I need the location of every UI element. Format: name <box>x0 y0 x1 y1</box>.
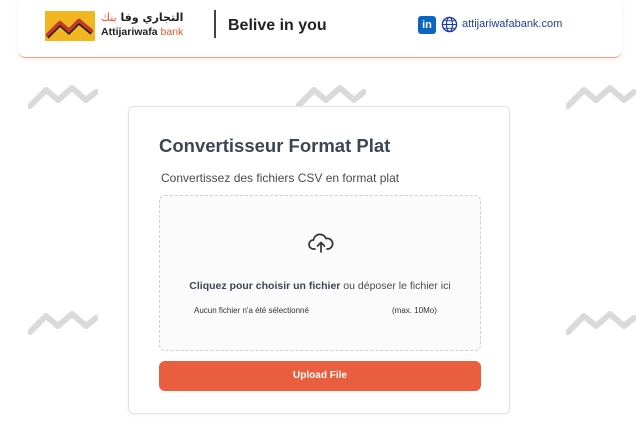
upload-file-button[interactable]: Upload File <box>159 361 481 391</box>
logo-latin-text: Attijariwafa bank <box>101 26 184 38</box>
background-logo-mark <box>566 311 636 335</box>
converter-card: Convertisseur Format Plat Convertissez d… <box>128 106 510 414</box>
background-logo-mark <box>28 85 98 109</box>
bank-logo[interactable]: التجاري وفا بنك Attijariwafa bank <box>45 9 239 41</box>
page-subtitle: Convertissez des fichiers CSV en format … <box>161 171 400 185</box>
file-dropzone[interactable]: Cliquez pour choisir un fichier ou dépos… <box>159 195 481 351</box>
logo-mark-icon <box>45 11 95 41</box>
tagline: Belive in you <box>228 17 327 34</box>
dropzone-instructions: Cliquez pour choisir un fichier ou dépos… <box>189 280 451 292</box>
linkedin-icon[interactable]: in <box>418 16 436 34</box>
selected-file-status: Aucun fichier n'a été sélectionné <box>194 306 309 315</box>
top-header: التجاري وفا بنك Attijariwafa bank Belive… <box>18 0 622 58</box>
website-link[interactable]: attijariwafabank.com <box>462 18 562 30</box>
header-divider <box>214 10 216 38</box>
logo-arabic-text: التجاري وفا بنك <box>101 11 184 24</box>
globe-icon <box>441 16 458 33</box>
cloud-upload-icon <box>308 233 334 253</box>
page-title: Convertisseur Format Plat <box>159 135 391 156</box>
choose-file-link[interactable]: Cliquez pour choisir un fichier <box>189 280 340 292</box>
background-logo-mark <box>28 311 98 335</box>
max-size-note: (max. 10Mo) <box>392 306 437 315</box>
background-logo-mark <box>566 85 636 109</box>
